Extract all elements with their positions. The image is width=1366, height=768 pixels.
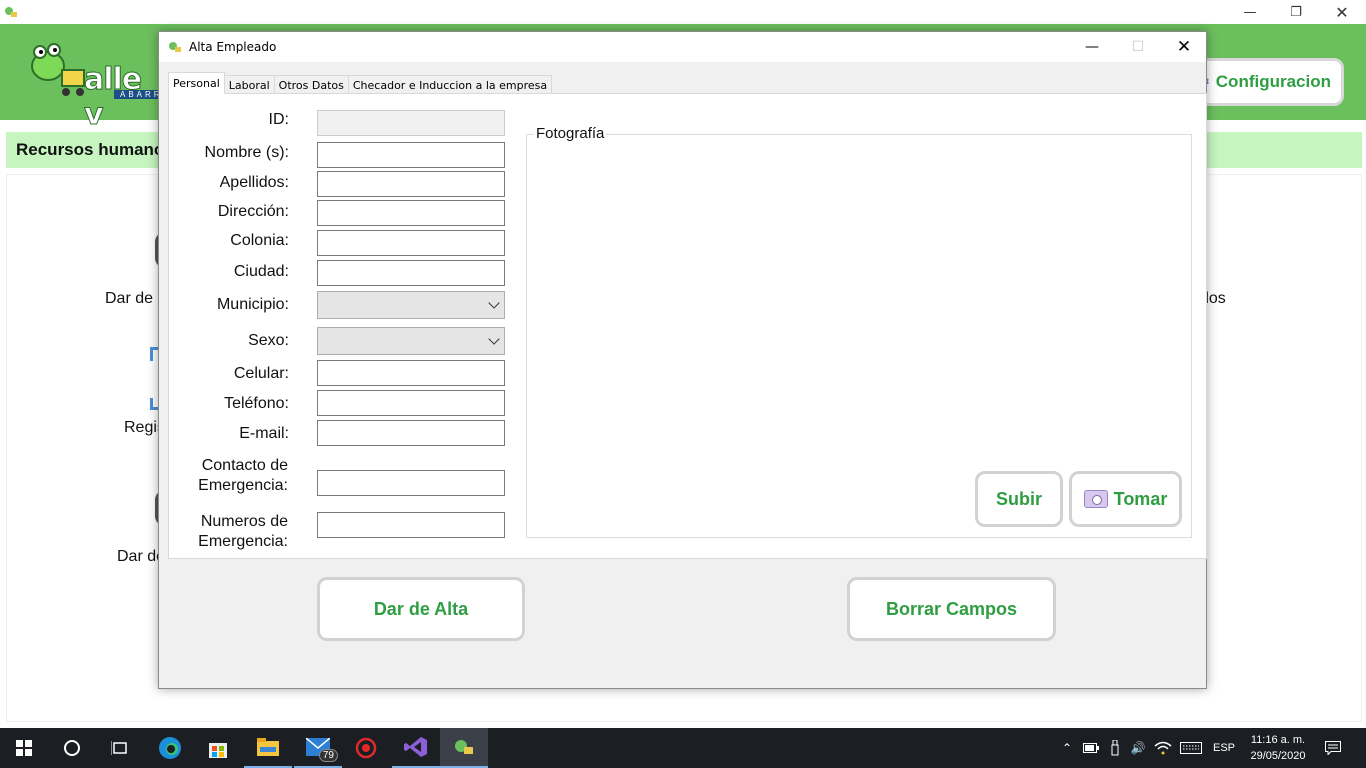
tomar-label: Tomar (1113, 488, 1168, 509)
contacto-emergencia-field[interactable] (317, 470, 505, 496)
tab-strip: Personal Laboral Otros Datos Checador e … (168, 72, 553, 94)
colonia-field[interactable] (317, 230, 505, 256)
task-view-icon (111, 741, 127, 755)
dialog-title: Alta Empleado (189, 40, 277, 54)
telefono-field[interactable] (317, 390, 505, 416)
edge-icon (159, 737, 181, 759)
antivirus-icon (355, 737, 377, 759)
municipio-label: Municipio: (216, 296, 289, 313)
taskbar: 79 ⌃ 🔊 ESP 11:16 a. m. 29/05/2020 (0, 728, 1366, 768)
alta-empleado-dialog: Alta Empleado — ☐ ✕ Personal Laboral Otr… (158, 31, 1207, 689)
id-field (317, 110, 505, 136)
task-view-button[interactable] (96, 728, 144, 768)
windows-start-icon (16, 740, 32, 756)
tab-checador[interactable]: Checador e Induccion a la empresa (347, 75, 553, 94)
start-button[interactable] (0, 728, 48, 768)
tab-personal[interactable]: Personal (168, 72, 225, 94)
visual-studio-taskbar-button[interactable] (392, 728, 440, 768)
nombre-field[interactable] (317, 142, 505, 168)
colonia-label: Colonia: (230, 232, 289, 249)
configuracion-button[interactable]: ⚙ Configuracion (1188, 58, 1344, 106)
close-button[interactable]: ✕ (1319, 0, 1365, 24)
borrar-campos-label: Borrar Campos (885, 598, 1018, 619)
clock[interactable]: 11:16 a. m. 29/05/2020 (1240, 732, 1316, 764)
clock-date: 29/05/2020 (1250, 750, 1306, 762)
email-label: E-mail: (239, 425, 289, 442)
id-label: ID: (268, 111, 289, 128)
store-taskbar-button[interactable] (194, 728, 242, 768)
ciudad-label: Ciudad: (233, 263, 289, 280)
dialog-minimize-button[interactable]: — (1069, 32, 1115, 62)
subir-button[interactable]: Subir (975, 471, 1063, 527)
apellidos-label: Apellidos: (219, 174, 289, 191)
visual-studio-icon (404, 737, 427, 757)
borrar-campos-button[interactable]: Borrar Campos (847, 577, 1056, 641)
direccion-field[interactable] (317, 200, 505, 226)
battery-icon[interactable] (1082, 728, 1100, 768)
frog-logo-icon (31, 43, 85, 96)
numeros-emergencia-label: Numeros de Emergencia: (138, 512, 288, 552)
chevron-up-icon[interactable]: ⌃ (1058, 728, 1076, 768)
tab-otros-datos[interactable]: Otros Datos (273, 75, 349, 94)
ciudad-field[interactable] (317, 260, 505, 286)
tab-laboral[interactable]: Laboral (223, 75, 275, 94)
direccion-label: Dirección: (217, 203, 289, 220)
frog-app-icon (455, 740, 473, 754)
mail-badge: 79 (318, 749, 338, 762)
search-button[interactable] (48, 728, 96, 768)
logo: alle v ABARR (18, 40, 169, 133)
numeros-emergencia-field[interactable] (317, 512, 505, 538)
chevron-down-icon (488, 333, 500, 345)
municipio-combobox[interactable] (317, 291, 505, 319)
clock-time: 11:16 a. m. (1250, 734, 1306, 746)
chevron-down-icon (488, 297, 500, 309)
celular-label: Celular: (233, 365, 289, 382)
antivirus-taskbar-button[interactable] (342, 728, 390, 768)
keyboard-icon[interactable] (1178, 728, 1204, 768)
email-field[interactable] (317, 420, 505, 446)
frog-app-icon (5, 7, 17, 17)
wifi-icon[interactable] (1152, 728, 1174, 768)
dar-de-alta-label: Dar de Alta (373, 598, 469, 619)
main-titlebar: — ❐ ✕ (0, 0, 1366, 24)
usb-icon[interactable] (1106, 728, 1124, 768)
mail-taskbar-button[interactable]: 79 (294, 728, 342, 768)
contacto-label-line2: Emergencia: (198, 477, 288, 494)
dar-de-alta-button[interactable]: Dar de Alta (317, 577, 525, 641)
tomar-button[interactable]: Tomar (1069, 471, 1182, 527)
contacto-emergencia-label: Contacto de Emergencia: (138, 456, 288, 496)
camera-icon (1083, 490, 1108, 508)
frog-app-icon (169, 42, 181, 52)
file-explorer-icon (257, 738, 279, 756)
numeros-label-line2: Emergencia: (198, 533, 288, 550)
dialog-titlebar: Alta Empleado — ☐ ✕ (159, 32, 1206, 62)
volume-icon[interactable]: 🔊 (1128, 728, 1148, 768)
fotografia-legend: Fotografía (534, 125, 607, 142)
dialog-close-button[interactable]: ✕ (1161, 32, 1207, 62)
telefono-label: Teléfono: (224, 395, 289, 412)
sexo-combobox[interactable] (317, 327, 505, 355)
celular-field[interactable] (317, 360, 505, 386)
nombre-label: Nombre (s): (204, 144, 289, 161)
search-circle-icon (64, 740, 80, 756)
configuracion-label: Configuracion (1215, 72, 1331, 91)
dialog-maximize-button: ☐ (1131, 39, 1145, 55)
restore-button[interactable]: ❐ (1273, 0, 1319, 24)
sexo-label: Sexo: (248, 332, 289, 349)
store-icon (209, 743, 227, 758)
edge-taskbar-button[interactable] (146, 728, 194, 768)
notification-icon[interactable] (1320, 728, 1346, 768)
file-explorer-taskbar-button[interactable] (244, 728, 292, 768)
frog-app-taskbar-button[interactable] (440, 728, 488, 768)
subir-label: Subir (995, 488, 1042, 509)
numeros-label-line1: Numeros de (200, 513, 288, 530)
contacto-label-line1: Contacto de (201, 457, 288, 474)
minimize-button[interactable]: — (1227, 0, 1273, 24)
language-indicator[interactable]: ESP (1212, 728, 1236, 768)
tab-page-personal: ID: Nombre (s): Apellidos: Dirección: Co… (168, 93, 1207, 559)
apellidos-field[interactable] (317, 171, 505, 197)
